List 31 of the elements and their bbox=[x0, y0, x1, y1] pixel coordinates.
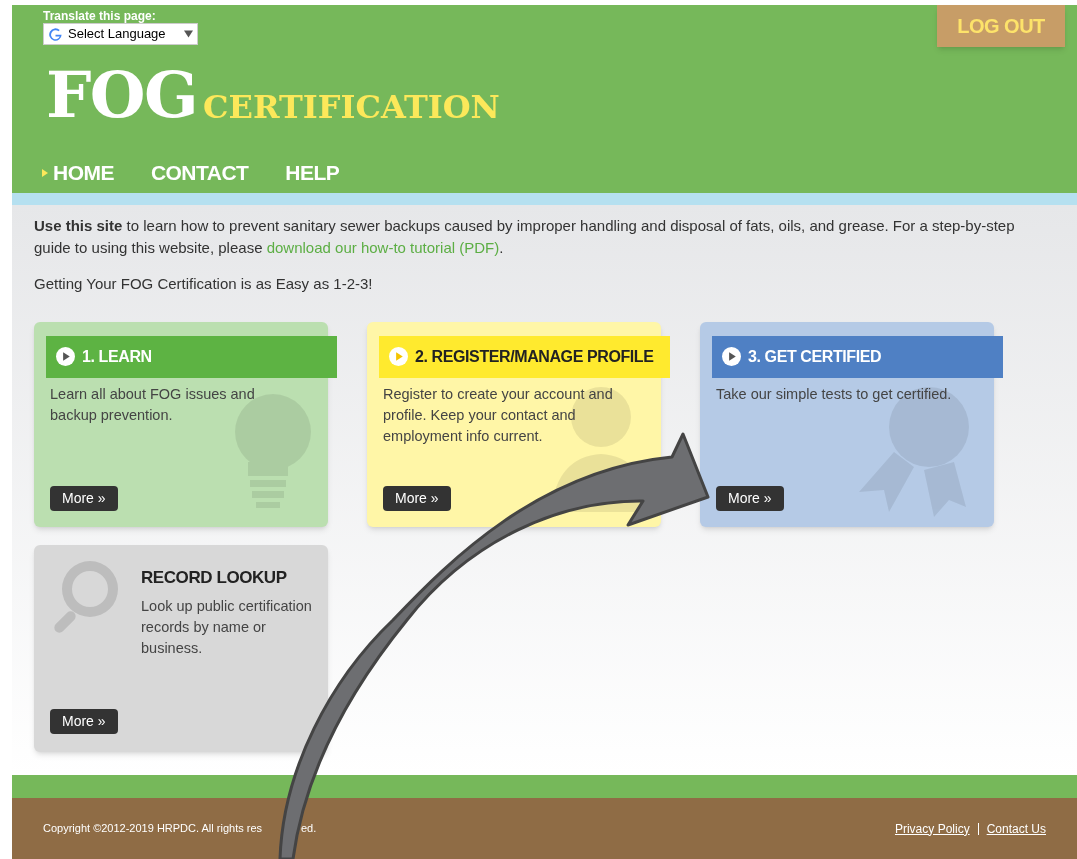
card-title: RECORD LOOKUP bbox=[141, 568, 288, 586]
steps-heading: Getting Your FOG Certification is as Easy as 1-2-3! bbox=[34, 274, 374, 294]
play-icon bbox=[722, 347, 741, 366]
play-icon bbox=[389, 347, 408, 366]
more-button[interactable]: More » bbox=[383, 485, 451, 511]
intro-paragraph: Use this site to learn how to prevent sanitary sewer backups caused by improper handling and disposal of fats, oils, and grease. For a step-by-step guide to using this website, please download our how-to tutorial (PDF). bbox=[34, 216, 1016, 258]
logo-title: FOG bbox=[46, 63, 198, 127]
more-button[interactable]: More » bbox=[50, 485, 118, 511]
play-icon bbox=[56, 347, 75, 366]
more-button[interactable]: More » bbox=[50, 708, 118, 734]
footer-link[interactable]: Contact Us bbox=[986, 819, 1046, 838]
nav-link[interactable]: CONTACT bbox=[139, 157, 249, 189]
copyright-text: ed. bbox=[301, 821, 317, 837]
card-title: 2. REGISTER/MANAGE PROFILE bbox=[415, 346, 654, 367]
logo-subtitle: CERTIFICATION bbox=[203, 91, 500, 123]
more-button[interactable]: More » bbox=[716, 485, 784, 511]
nav-link[interactable]: HOME bbox=[42, 157, 114, 189]
card-title: 3. GET CERTIFIED bbox=[748, 346, 882, 367]
card-description: Take our simple tests to get certified. bbox=[716, 384, 953, 404]
card-description: Look up public certification records by name or business. bbox=[141, 596, 313, 658]
card-description: Register to create your account and profile. Keep your contact and employment info current. bbox=[383, 384, 614, 446]
card-description: Learn all about FOG issues and backup prevention. bbox=[50, 384, 256, 425]
dropdown-icon bbox=[184, 30, 193, 38]
footer-link[interactable]: Privacy Policy bbox=[894, 819, 970, 838]
copyright-text: Copyright ©2012-2019 HRPDC. All rights res bbox=[43, 822, 263, 835]
google-icon bbox=[48, 26, 63, 42]
select-value: Select Language bbox=[68, 25, 166, 44]
card-title: 1. LEARN bbox=[82, 346, 152, 367]
language-select[interactable]: Select Language bbox=[43, 23, 198, 45]
nav-link[interactable]: HELP bbox=[274, 157, 340, 189]
translate-label: Translate this page: bbox=[43, 8, 156, 25]
